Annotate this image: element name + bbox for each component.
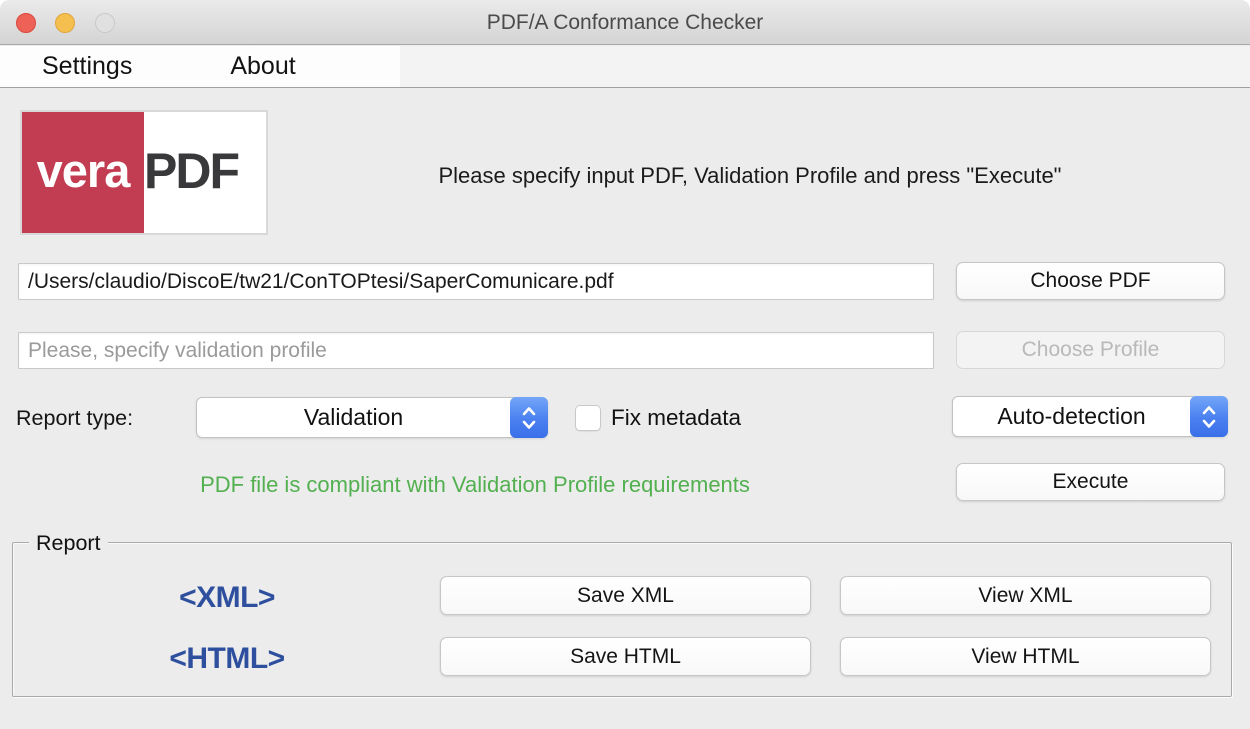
- window-title: PDF/A Conformance Checker: [0, 0, 1250, 45]
- save-html-button[interactable]: Save HTML: [440, 637, 811, 676]
- logo-white-panel: PDF: [144, 112, 266, 233]
- logo-red-panel: vera: [22, 112, 144, 233]
- compliance-status-text: PDF file is compliant with Validation Pr…: [0, 471, 950, 499]
- menu-bar: Settings About: [0, 46, 1250, 88]
- combo-stepper[interactable]: [510, 397, 548, 438]
- flavour-select[interactable]: Auto-detection: [952, 396, 1228, 437]
- title-bar: PDF/A Conformance Checker: [0, 0, 1250, 45]
- choose-profile-button: Choose Profile: [956, 331, 1225, 369]
- fix-metadata-label: Fix metadata: [611, 403, 741, 433]
- logo-pdf-text: PDF: [144, 146, 238, 200]
- up-down-chevrons-icon: [1201, 404, 1217, 430]
- report-type-selected-value: Validation: [197, 398, 510, 437]
- fix-metadata-checkbox[interactable]: [575, 405, 601, 431]
- report-type-select[interactable]: Validation: [196, 397, 548, 438]
- save-xml-button[interactable]: Save XML: [440, 576, 811, 615]
- logo-vera-text: vera: [37, 147, 130, 198]
- html-format-label: <HTML>: [127, 642, 327, 676]
- menu-about[interactable]: About: [230, 52, 295, 81]
- validation-profile-input[interactable]: [18, 332, 934, 369]
- flavour-selected-value: Auto-detection: [953, 397, 1190, 436]
- view-xml-button[interactable]: View XML: [840, 576, 1211, 615]
- view-html-button[interactable]: View HTML: [840, 637, 1211, 676]
- execute-button[interactable]: Execute: [956, 463, 1225, 501]
- up-down-chevrons-icon: [521, 405, 537, 431]
- combo-stepper[interactable]: [1190, 396, 1228, 437]
- choose-pdf-button[interactable]: Choose PDF: [956, 262, 1225, 300]
- xml-format-label: <XML>: [127, 581, 327, 615]
- menu-settings[interactable]: Settings: [42, 52, 132, 81]
- pdf-path-input[interactable]: [18, 263, 934, 300]
- instruction-text: Please specify input PDF, Validation Pro…: [280, 160, 1220, 192]
- report-type-label: Report type:: [16, 403, 133, 433]
- report-legend: Report: [29, 530, 108, 556]
- app-window: PDF/A Conformance Checker Settings About…: [0, 0, 1250, 729]
- verapdf-logo: vera PDF: [20, 110, 268, 235]
